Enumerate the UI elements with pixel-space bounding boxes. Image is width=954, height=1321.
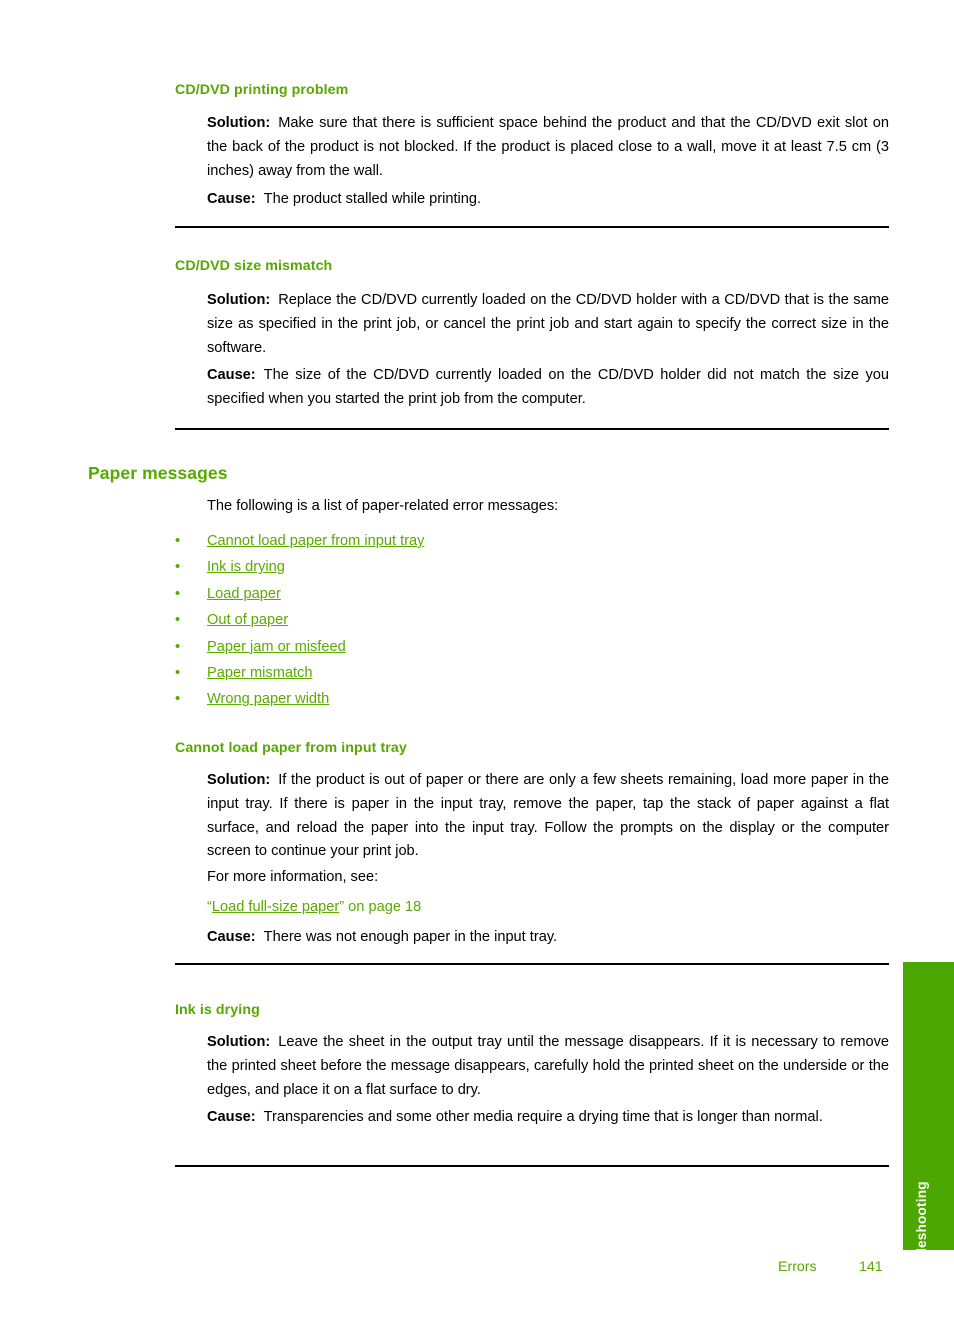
section-divider bbox=[175, 226, 889, 228]
cause-text: Transparencies and some other media requ… bbox=[263, 1109, 823, 1125]
bullet-icon: • bbox=[175, 533, 181, 549]
bullet-icon: • bbox=[175, 559, 181, 576]
cause-paragraph-cd-dvd-printing-problem: Cause: The product stalled while printing… bbox=[207, 188, 889, 212]
link-out-of-paper[interactable]: Out of paper bbox=[207, 607, 288, 633]
chapter-side-tab: Troubleshooting bbox=[903, 962, 954, 1291]
bullet-icon: • bbox=[175, 664, 181, 681]
cause-text: The size of the CD/DVD currently loaded … bbox=[207, 367, 889, 407]
document-page: CD/DVD printing problem Solution: Make su… bbox=[0, 0, 954, 1321]
cause-label: Cause: bbox=[207, 191, 256, 207]
section-heading-cd-dvd-size-mismatch: CD/DVD size mismatch bbox=[175, 258, 333, 274]
solution-paragraph-ink-is-drying: Solution: Leave the sheet in the output t… bbox=[207, 1031, 889, 1102]
bullet-icon: • bbox=[175, 612, 181, 629]
section-heading-cannot-load-paper: Cannot load paper from input tray bbox=[175, 740, 407, 756]
footer-page-number: 141 bbox=[859, 1259, 883, 1275]
cause-text: The product stalled while printing. bbox=[263, 191, 482, 207]
more-information-line: For more information, see: bbox=[207, 869, 379, 885]
solution-text: If the product is out of paper or there … bbox=[207, 772, 889, 860]
cause-paragraph-ink-is-drying: Cause: Transparencies and some other medi… bbox=[207, 1106, 889, 1130]
section-divider bbox=[175, 428, 889, 430]
section-heading-cd-dvd-printing-problem: CD/DVD printing problem bbox=[175, 82, 349, 98]
cause-text: There was not enough paper in the input … bbox=[263, 929, 558, 945]
solution-label: Solution: bbox=[207, 772, 271, 788]
bullet-icon: • bbox=[175, 638, 181, 655]
solution-label: Solution: bbox=[207, 292, 271, 308]
solution-text: Leave the sheet in the output tray until… bbox=[207, 1034, 889, 1098]
chapter-side-tab-label: Troubleshooting bbox=[913, 1181, 929, 1291]
link-load-paper[interactable]: Load paper bbox=[207, 581, 281, 607]
solution-paragraph-cd-dvd-printing-problem: Solution: Make sure that there is suffici… bbox=[207, 112, 889, 183]
section-divider bbox=[175, 1165, 889, 1167]
link-paper-jam-or-misfeed[interactable]: Paper jam or misfeed bbox=[207, 634, 346, 660]
link-load-full-size-paper[interactable]: Load full-size paper bbox=[212, 899, 339, 915]
footer-chapter-name: Errors bbox=[778, 1259, 817, 1275]
xref-page-reference: on page 18 bbox=[344, 899, 422, 915]
solution-label: Solution: bbox=[207, 1034, 271, 1050]
cause-paragraph-cannot-load-paper: Cause: There was not enough paper in the … bbox=[207, 926, 889, 950]
link-paper-mismatch[interactable]: Paper mismatch bbox=[207, 660, 312, 686]
section-divider bbox=[175, 963, 889, 965]
cause-label: Cause: bbox=[207, 1109, 256, 1125]
solution-text: Make sure that there is sufficient space… bbox=[207, 115, 889, 179]
solution-label: Solution: bbox=[207, 115, 271, 131]
bullet-icon: • bbox=[175, 691, 181, 708]
link-cannot-load-paper-from-input-tray[interactable]: Cannot load paper from input tray bbox=[207, 528, 424, 554]
cause-label: Cause: bbox=[207, 929, 256, 945]
cause-label: Cause: bbox=[207, 367, 256, 383]
cross-reference-line: “Load full-size paper” on page 18 bbox=[207, 896, 889, 920]
paper-messages-intro: The following is a list of paper-related… bbox=[207, 498, 559, 514]
section-heading-ink-is-drying: Ink is drying bbox=[175, 1002, 260, 1018]
solution-text: Replace the CD/DVD currently loaded on t… bbox=[207, 292, 889, 356]
bullet-icon: • bbox=[175, 585, 181, 602]
page-title-paper-messages: Paper messages bbox=[88, 463, 228, 483]
link-wrong-paper-width[interactable]: Wrong paper width bbox=[207, 686, 329, 712]
cause-paragraph-cd-dvd-size-mismatch: Cause: The size of the CD/DVD currently l… bbox=[207, 364, 889, 412]
solution-paragraph-cd-dvd-size-mismatch: Solution: Replace the CD/DVD currently lo… bbox=[207, 289, 889, 360]
link-ink-is-drying[interactable]: Ink is drying bbox=[207, 554, 285, 580]
solution-paragraph-cannot-load-paper: Solution: If the product is out of paper … bbox=[207, 769, 889, 864]
